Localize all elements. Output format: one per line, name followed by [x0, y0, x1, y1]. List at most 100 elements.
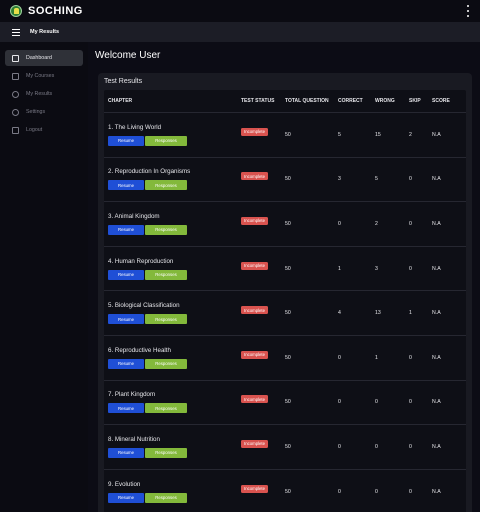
- correct-cell: 0: [338, 443, 341, 450]
- column-header-score: SCORE: [432, 98, 450, 104]
- resume-button[interactable]: Resume: [108, 269, 144, 280]
- chapter-name: 4. Human Reproduction: [108, 257, 174, 265]
- test-results-card: Test Results CHAPTER TEST STATUS TOTAL Q…: [98, 73, 472, 512]
- logout-icon: [12, 126, 19, 134]
- top-bar: SOCHING: [0, 0, 480, 22]
- responses-button[interactable]: Responses: [145, 403, 187, 414]
- wrong-cell: 0: [375, 488, 378, 495]
- resume-button[interactable]: Resume: [108, 403, 144, 414]
- resume-button[interactable]: Resume: [108, 447, 144, 458]
- brand-name: SOCHING: [28, 5, 83, 17]
- skip-cell: 0: [409, 354, 412, 361]
- sidebar-item-dashboard[interactable]: Dashboard: [5, 50, 83, 66]
- responses-button[interactable]: Responses: [145, 447, 187, 458]
- more-options-icon[interactable]: [465, 4, 471, 18]
- resume-button[interactable]: Resume: [108, 224, 144, 235]
- status-cell: Incomplete: [237, 470, 281, 512]
- responses-button[interactable]: Responses: [145, 358, 187, 369]
- responses-button[interactable]: Responses: [145, 314, 187, 325]
- chapter-name: 8. Mineral Nutrition: [108, 435, 160, 443]
- results-table: CHAPTER TEST STATUS TOTAL QUESTION CORRE…: [104, 90, 466, 512]
- score-cell: N.A: [432, 176, 441, 183]
- medal-icon: [12, 90, 19, 98]
- table-row: 5. Biological Classification Resume Respon…: [104, 291, 466, 336]
- skip-cell: 0: [409, 265, 412, 272]
- sidebar-item-label: My Courses: [26, 73, 55, 79]
- table-row: 2. Reproduction In Organisms Resume Respon…: [104, 158, 466, 203]
- status-cell: Incomplete: [237, 381, 281, 425]
- sidebar-item-settings[interactable]: Settings: [5, 104, 83, 120]
- chapter-name: 2. Reproduction In Organisms: [108, 168, 191, 176]
- status-badge: Incomplete: [241, 127, 269, 136]
- status-cell: Incomplete: [237, 158, 281, 202]
- logo-icon: [10, 5, 22, 17]
- skip-cell: 0: [409, 220, 412, 227]
- sidebar: Dashboard My Courses My Results Settings…: [0, 42, 88, 512]
- resume-button[interactable]: Resume: [108, 180, 144, 191]
- skip-cell: 0: [409, 443, 412, 450]
- row-actions: Resume Responses: [108, 403, 187, 414]
- score-cell: N.A: [432, 310, 441, 317]
- status-cell: Incomplete: [237, 425, 281, 469]
- status-badge: Incomplete: [241, 306, 269, 315]
- wrong-cell: 0: [375, 443, 378, 450]
- wrong-cell: 2: [375, 220, 378, 227]
- resume-button[interactable]: Resume: [108, 358, 144, 369]
- chapter-name: 6. Reproductive Health: [108, 346, 171, 354]
- responses-button[interactable]: Responses: [145, 492, 187, 503]
- total-question-cell: 50: [285, 354, 291, 361]
- chapter-name: 5. Biological Classification: [108, 302, 180, 310]
- score-cell: N.A: [432, 265, 441, 272]
- row-actions: Resume Responses: [108, 314, 187, 325]
- table-row: 3. Animal Kingdom Resume Responses Incomple…: [104, 202, 466, 247]
- responses-button[interactable]: Responses: [145, 224, 187, 235]
- table-row: 1. The Living World Resume Responses Incomp…: [104, 113, 466, 158]
- table-row: 6. Reproductive Health Resume Responses Inc…: [104, 336, 466, 381]
- welcome-heading: Welcome User: [95, 50, 161, 61]
- skip-cell: 0: [409, 488, 412, 495]
- chapter-name: 1. The Living World: [108, 123, 162, 131]
- table-row: 9. Evolution Resume Responses Incomplete 50 0…: [104, 470, 466, 512]
- responses-button[interactable]: Responses: [145, 180, 187, 191]
- status-cell: Incomplete: [237, 247, 281, 291]
- total-question-cell: 50: [285, 310, 291, 317]
- row-actions: Resume Responses: [108, 135, 187, 146]
- resume-button[interactable]: Resume: [108, 135, 144, 146]
- total-question-cell: 50: [285, 131, 291, 138]
- sidebar-item-my-courses[interactable]: My Courses: [5, 68, 83, 84]
- resume-button[interactable]: Resume: [108, 314, 144, 325]
- status-badge: Incomplete: [241, 350, 269, 359]
- total-question-cell: 50: [285, 265, 291, 272]
- total-question-cell: 50: [285, 220, 291, 227]
- chapter-cell: 8. Mineral Nutrition Resume Responses: [104, 425, 237, 469]
- column-header-skip: SKIP: [409, 98, 421, 104]
- column-header-chapter: CHAPTER: [108, 98, 133, 104]
- gear-icon: [12, 108, 19, 116]
- correct-cell: 3: [338, 176, 341, 183]
- status-badge: Incomplete: [241, 261, 269, 270]
- sidebar-item-my-results[interactable]: My Results: [5, 86, 83, 102]
- score-cell: N.A: [432, 131, 441, 138]
- chapter-cell: 7. Plant Kingdom Resume Responses: [104, 381, 237, 425]
- row-actions: Resume Responses: [108, 269, 187, 280]
- resume-button[interactable]: Resume: [108, 492, 144, 503]
- chapter-cell: 2. Reproduction In Organisms Resume Respon…: [104, 158, 237, 202]
- row-actions: Resume Responses: [108, 447, 187, 458]
- status-cell: Incomplete: [237, 291, 281, 335]
- page-title: My Results: [30, 29, 60, 35]
- wrong-cell: 5: [375, 176, 378, 183]
- total-question-cell: 50: [285, 399, 291, 406]
- wrong-cell: 3: [375, 265, 378, 272]
- menu-icon[interactable]: [12, 28, 20, 36]
- responses-button[interactable]: Responses: [145, 135, 187, 146]
- column-header-test-status: TEST STATUS: [241, 98, 275, 104]
- correct-cell: 0: [338, 399, 341, 406]
- wrong-cell: 1: [375, 354, 378, 361]
- sidebar-item-logout[interactable]: Logout: [5, 122, 83, 138]
- book-icon: [12, 72, 19, 80]
- status-cell: Incomplete: [237, 336, 281, 380]
- sidebar-item-label: Logout: [26, 127, 43, 133]
- status-cell: Incomplete: [237, 113, 281, 157]
- score-cell: N.A: [432, 443, 441, 450]
- responses-button[interactable]: Responses: [145, 269, 187, 280]
